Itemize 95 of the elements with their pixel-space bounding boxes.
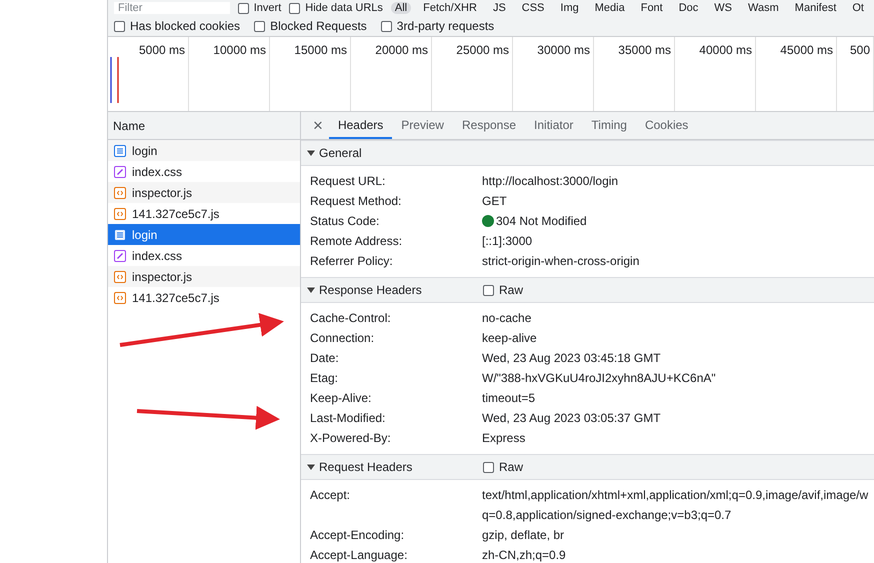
request-row[interactable]: inspector.js	[108, 182, 300, 203]
tab[interactable]: Timing	[582, 112, 636, 139]
tab[interactable]: Response	[452, 112, 526, 139]
header-name: X-Powered-By:	[309, 430, 392, 447]
document-icon	[114, 144, 126, 156]
header-value: Wed, 23 Aug 2023 03:45:18 GMT	[482, 350, 661, 367]
checkbox-label: Has blocked cookies	[130, 19, 240, 33]
header-value: timeout=5	[482, 390, 536, 407]
header-name: Status Code:	[309, 213, 380, 230]
checkbox-label: Blocked Requests	[270, 19, 367, 33]
type-filter-button[interactable]: Ot	[848, 2, 868, 14]
checkbox[interactable]	[483, 462, 494, 472]
header-value: http://localhost:3000/login	[482, 173, 618, 190]
stylesheet-file-icon	[114, 166, 126, 178]
header-value: W/"388-hxVGKuU4roJI2xyhn8AJU+KC6nA"	[482, 370, 716, 387]
script-file-icon	[114, 186, 126, 198]
tab[interactable]: Cookies	[636, 112, 698, 139]
header-value: Wed, 23 Aug 2023 03:05:37 GMT	[482, 410, 661, 427]
checkbox[interactable]	[289, 2, 300, 14]
header-value: 304 Not Modified	[496, 213, 587, 230]
header-value: keep-alive	[482, 330, 537, 347]
timeline-tick-label: 40000 ms	[699, 43, 752, 57]
header-value: GET	[482, 193, 507, 210]
timeline-tick-label: 45000 ms	[780, 43, 833, 57]
timeline-tick-label: 35000 ms	[618, 43, 671, 57]
section-header[interactable]: Request Headers Raw	[301, 454, 874, 480]
type-filter-button[interactable]: Doc	[674, 2, 702, 14]
script-file-icon	[114, 270, 126, 282]
section-header[interactable]: General	[301, 140, 874, 166]
checkbox[interactable]	[380, 20, 392, 32]
section-header[interactable]: Response Headers Raw	[301, 277, 874, 303]
header-name: Last-Modified:	[309, 410, 386, 427]
checkbox[interactable]	[114, 20, 125, 32]
header-name: Etag:	[309, 370, 340, 387]
header-name: Remote Address:	[309, 233, 404, 250]
header-name: Date:	[309, 350, 340, 367]
script-file-icon	[114, 292, 126, 304]
checkbox-label: Hide data URLs	[305, 2, 383, 14]
checkbox[interactable]	[238, 2, 249, 14]
header-name: Referrer Policy:	[309, 253, 394, 270]
checkbox-label: Raw	[499, 460, 524, 474]
header-value: zh-CN,zh;q=0.9	[482, 547, 566, 563]
request-row[interactable]: login	[108, 224, 300, 245]
type-filter-button[interactable]: Fetch/XHR	[419, 2, 481, 14]
header-value: [::1]:3000	[482, 233, 532, 250]
header-name: Accept-Encoding:	[309, 527, 406, 544]
timeline-tick-label: 15000 ms	[294, 43, 347, 57]
timeline-tick-label: 30000 ms	[537, 43, 590, 57]
triangle-icon	[307, 463, 315, 471]
close-button[interactable]: ×	[307, 112, 329, 139]
type-filter-button[interactable]: Media	[590, 2, 629, 14]
type-filter-button[interactable]: WS	[710, 2, 736, 14]
request-row[interactable]: inspector.js	[108, 266, 300, 287]
header-name: Request URL:	[309, 173, 386, 190]
checkbox-label: 3rd-party requests	[396, 19, 494, 33]
document-icon	[114, 228, 126, 240]
section-title: Response Headers	[319, 283, 423, 297]
timeline-tick-label: 5000 ms	[138, 43, 185, 57]
header-value: no-cache	[482, 310, 532, 327]
type-filter-button[interactable]: Wasm	[744, 2, 783, 14]
tab[interactable]: Preview	[392, 112, 453, 139]
column-header: Name	[113, 118, 146, 132]
checkbox[interactable]	[254, 20, 266, 32]
script-file-icon	[114, 208, 126, 220]
header-name: Connection:	[309, 330, 376, 347]
section-title: General	[319, 146, 363, 160]
header-name: Accept:	[309, 487, 352, 504]
header-name: Request Method:	[309, 193, 402, 210]
tab[interactable]: Initiator	[525, 112, 582, 139]
header-value: strict-origin-when-cross-origin	[482, 253, 640, 270]
type-filter-button[interactable]: Manifest	[790, 2, 840, 14]
timeline-marker-drawing	[110, 57, 119, 103]
type-filter-button[interactable]: All	[390, 2, 412, 14]
filter-field[interactable]: Filter	[114, 2, 230, 14]
type-filter-button[interactable]: Font	[636, 2, 667, 14]
request-row[interactable]: login	[108, 140, 300, 161]
timeline-tick-label: 20000 ms	[375, 43, 428, 57]
stylesheet-file-icon	[114, 250, 126, 262]
header-name: Cache-Control:	[309, 310, 392, 327]
section-title: Request Headers	[319, 460, 414, 474]
timeline-tick-label: 10000 ms	[213, 43, 266, 57]
checkbox-label: Invert	[254, 2, 282, 14]
checkbox[interactable]	[483, 284, 494, 296]
type-filter-button[interactable]: CSS	[518, 2, 548, 14]
timeline-tick-label: 25000 ms	[456, 43, 509, 57]
header-name: Keep-Alive:	[309, 390, 372, 407]
checkbox-label: Raw	[499, 283, 524, 297]
triangle-icon	[307, 149, 315, 157]
timeline-tick-label: 500	[850, 43, 870, 57]
triangle-icon	[307, 286, 315, 294]
type-filter-button[interactable]: Img	[556, 2, 583, 14]
header-value: Express	[482, 430, 526, 447]
type-filter-button[interactable]: JS	[488, 2, 510, 14]
header-name: Accept-Language:	[309, 547, 408, 563]
header-value: gzip, deflate, br	[482, 527, 564, 544]
